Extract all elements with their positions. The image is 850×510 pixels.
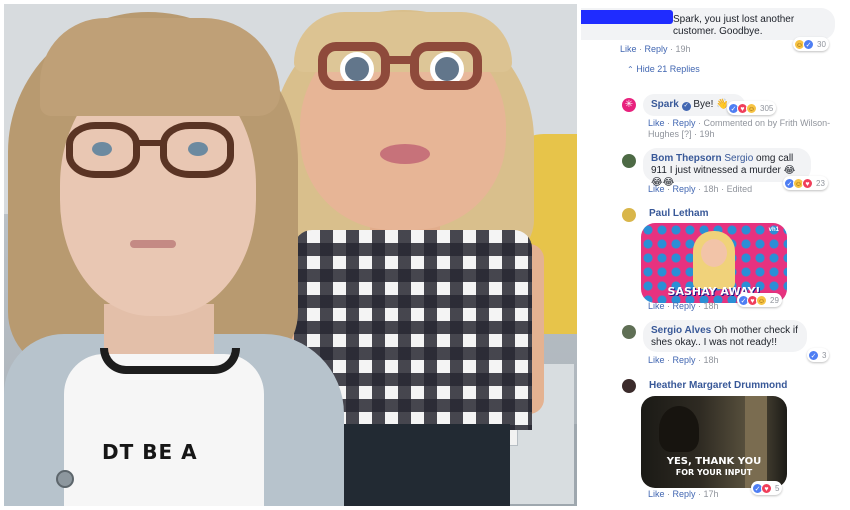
like-link[interactable]: Like <box>648 184 665 194</box>
reaction-count: 30 <box>817 39 826 49</box>
like-reaction-icon: ✓ <box>808 349 819 361</box>
commenter-name-row: Paul Letham <box>649 208 708 219</box>
love-reaction-icon: ♥ <box>761 482 772 494</box>
vh1-logo: vh1 <box>768 227 779 233</box>
comment-thread: Spark, you just lost another customer. G… <box>581 4 846 506</box>
like-link[interactable]: Like <box>648 118 665 128</box>
commenter-name[interactable]: Sergio Alves <box>651 325 711 336</box>
comment-time: 18h <box>703 184 719 194</box>
reaction-summary[interactable]: ☺ ✓ 30 <box>793 37 829 51</box>
spark-avatar[interactable]: ✳ <box>622 98 636 112</box>
hide-replies-label: Hide 21 Replies <box>636 64 700 74</box>
comment-time: 19h <box>675 44 691 54</box>
gif-caption-line-2: FOR YOUR INPUT <box>675 468 753 477</box>
reply-bubble: Sergio Alves Oh mother check if shes oka… <box>643 320 807 352</box>
reaction-summary[interactable]: ✓ ♥ 5 <box>751 481 783 495</box>
reply-link[interactable]: Reply <box>673 301 696 311</box>
commenter-name[interactable]: Spark <box>651 99 679 110</box>
comment-actions: Like · Reply · 17h <box>648 489 719 499</box>
chevron-up-icon: ⌃ <box>627 65 634 74</box>
person-glasses <box>160 122 234 178</box>
reply-link[interactable]: Reply <box>673 184 696 194</box>
mention-tag[interactable]: Sergio <box>724 153 753 164</box>
selfie-photo: DT BE A <box>4 4 577 506</box>
like-link[interactable]: Like <box>648 355 665 365</box>
haha-reaction-icon: ☺ <box>756 294 767 306</box>
comment-actions: Like · Reply · 18h · Edited <box>648 184 753 194</box>
sashay-away-gif[interactable]: SASHAY AWAY! vh1 <box>641 223 787 303</box>
comment-time: 17h <box>703 489 719 499</box>
comment-text: Spark, you just lost another customer. G… <box>673 14 795 37</box>
reply-link[interactable]: Reply <box>645 44 668 54</box>
commenter-name[interactable]: Bom Thepsorn <box>651 153 722 164</box>
reaction-count: 29 <box>770 295 779 305</box>
cartoon-glasses <box>410 42 482 90</box>
love-reaction-icon: ♥ <box>802 177 813 189</box>
reply-link[interactable]: Reply <box>673 118 696 128</box>
reaction-count: 305 <box>760 103 774 113</box>
commenter-name-row: Heather Margaret Drummond <box>649 380 787 391</box>
reply-link[interactable]: Reply <box>673 355 696 365</box>
commenter-name[interactable]: Heather Margaret Drummond <box>649 380 787 391</box>
paul-letham-avatar[interactable] <box>622 208 636 222</box>
cartoon-glasses <box>318 42 390 90</box>
verified-icon: ✓ <box>681 102 691 111</box>
like-link[interactable]: Like <box>648 489 665 499</box>
reaction-count: 23 <box>816 178 825 188</box>
comment-time: 18h <box>703 355 719 365</box>
gif-face <box>701 239 727 267</box>
cartoon-glasses-bridge <box>388 56 414 64</box>
like-link[interactable]: Like <box>648 301 665 311</box>
reaction-summary[interactable]: ✓ ☺ ♥ 23 <box>783 176 828 190</box>
heather-drummond-avatar[interactable] <box>622 379 636 393</box>
commenter-name[interactable]: Paul Letham <box>649 208 708 219</box>
comment-actions: Like · Reply · 18h <box>648 301 719 311</box>
sergio-alves-avatar[interactable] <box>622 325 636 339</box>
gif-caption-line-1: YES, THANK YOU <box>666 456 762 467</box>
comment-time: 18h <box>703 301 719 311</box>
comment-actions: Like · Reply · Commented on by Frith Wil… <box>648 118 831 139</box>
reaction-summary[interactable]: ✓ ♥ ☺ 29 <box>737 293 782 307</box>
redacted-name <box>581 10 673 24</box>
bom-thepsorn-avatar[interactable] <box>622 154 636 168</box>
hide-replies-toggle[interactable]: ⌃ Hide 21 Replies <box>627 64 700 75</box>
person-bangs <box>40 18 280 116</box>
reaction-summary[interactable]: ✓ ♥ ☺ 305 <box>727 101 777 115</box>
person-glasses-bridge <box>138 140 162 146</box>
gif-figure <box>659 406 699 452</box>
tshirt-collar <box>100 348 240 374</box>
person-glasses <box>66 122 140 178</box>
comment-actions: Like · Reply · 18h <box>648 355 719 365</box>
cartoon-pants <box>320 424 510 506</box>
comment-actions: Like · Reply · 19h <box>620 44 691 54</box>
reaction-count: 5 <box>775 483 780 493</box>
reaction-count: 3 <box>822 350 827 360</box>
like-reaction-icon: ✓ <box>803 38 814 50</box>
tshirt-print: DT BE A <box>102 440 198 464</box>
person-tshirt <box>64 354 264 506</box>
comment-time: 19h <box>699 129 715 139</box>
reaction-summary[interactable]: ✓ 3 <box>807 348 830 362</box>
reply-link[interactable]: Reply <box>673 489 696 499</box>
person-mouth <box>130 240 176 248</box>
haha-reaction-icon: ☺ <box>746 102 757 114</box>
edited-label[interactable]: Edited <box>727 184 753 194</box>
thank-you-gif[interactable]: YES, THANK YOU FOR YOUR INPUT <box>641 396 787 488</box>
like-link[interactable]: Like <box>620 44 637 54</box>
cartoon-lips <box>380 144 430 164</box>
jacket-button <box>56 470 74 488</box>
comment-text: Bye! 👋 <box>693 99 729 110</box>
